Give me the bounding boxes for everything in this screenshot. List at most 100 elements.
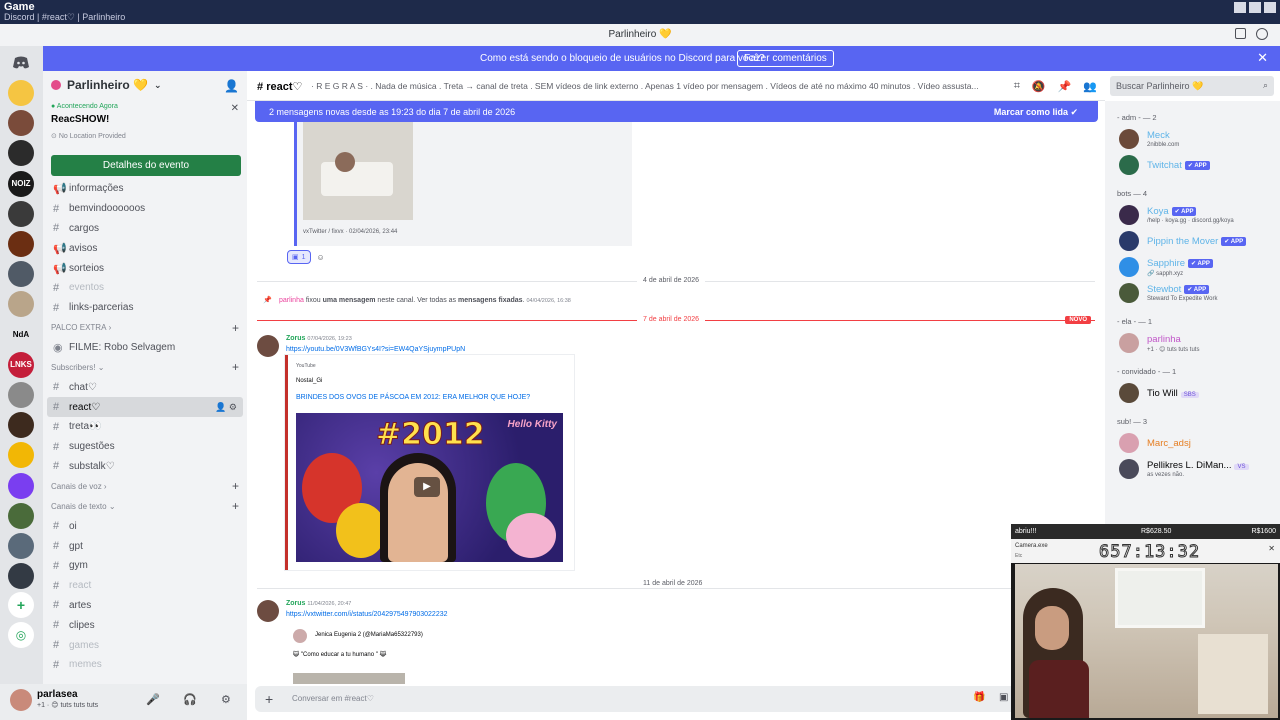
composer-placeholder[interactable]: Conversar em #react♡ [292,694,374,703]
member-item[interactable]: Koya ✔ APP/help · koya.gg · discord.gg/ko… [1119,203,1279,227]
add-member-icon[interactable]: 👤 [224,79,239,93]
headphones-icon[interactable]: 🎧 [183,693,197,706]
reaction-chip[interactable]: ▣ 1 [287,250,311,264]
message-composer[interactable]: + Conversar em #react♡ 🎁 ▣ [255,686,1098,712]
channel-item[interactable]: # games [43,635,247,655]
member-item[interactable]: Stewbot ✔ APP Steward To Expedite Work [1119,281,1279,305]
add-channel-icon[interactable]: + [232,499,239,513]
member-item[interactable]: Meck 2nibble.com [1119,127,1279,151]
message-author[interactable]: Zorus [286,600,305,607]
server-icon[interactable]: LNKS [8,351,34,378]
channel-topic[interactable]: · R E G R A S · . Nada de música . Treta… [311,81,1001,91]
server-icon[interactable] [8,231,34,257]
server-icon[interactable] [8,261,34,288]
category-voice[interactable]: Canais de voz › + [43,476,247,496]
server-icon[interactable] [8,200,34,227]
server-header[interactable]: Parlinheiro 💛 ⌄ 👤 [43,71,247,99]
embed-channel[interactable]: Nostal_Gi [296,378,322,384]
server-icon[interactable] [8,502,34,529]
channel-item[interactable]: 📢 sorteios [43,258,247,278]
gif-icon[interactable]: ▣ [999,692,1008,703]
discover-icon[interactable]: ◎ [8,622,34,648]
threads-icon[interactable]: ⌗ [1014,80,1020,93]
pin-icon[interactable]: 📌 [1058,80,1072,93]
server-icon[interactable] [8,412,34,439]
inbox-icon[interactable] [1235,28,1246,39]
feedback-button[interactable]: Fazer comentários [737,50,834,67]
channel-item[interactable]: # memes [43,655,247,675]
channel-item[interactable]: # cargos [43,219,247,239]
channel-item[interactable]: # chat♡ [43,377,247,397]
server-icon[interactable]: NdA [8,321,34,348]
stage-channel[interactable]: ◉ FILME: Robo Selvagem [43,338,247,358]
server-icon[interactable] [8,80,34,106]
minimize-button[interactable] [1234,2,1246,13]
new-messages-bar[interactable]: 2 mensagens novas desde as 19:23 do dia … [255,101,1098,122]
mark-as-read-button[interactable]: Marcar como lida ✔ [994,107,1078,118]
add-channel-icon[interactable]: + [232,321,239,335]
member-item[interactable]: parlinha +1 · 😊 tuts tuts tuts [1119,331,1279,355]
member-item[interactable]: Pippin the Mover ✔ APP [1119,229,1279,253]
banner-close-icon[interactable]: ✕ [1257,50,1268,66]
channel-item[interactable]: # sugestões [43,437,247,457]
category-palco[interactable]: PALCO EXTRA › + [43,318,247,338]
notification-icon[interactable]: 🔕 [1032,80,1046,93]
member-item[interactable]: Twitchat ✔ APP [1119,153,1279,177]
server-icon[interactable] [8,291,34,318]
channel-item[interactable]: 📢 avisos [43,238,247,258]
message-author[interactable]: Zorus [286,335,305,342]
server-icon[interactable] [8,442,34,469]
close-window-button[interactable] [1264,2,1276,13]
member-item[interactable]: Sapphire ✔ APP 🔗 sapph.xyz [1119,255,1279,279]
embed-title[interactable]: BRINDES DOS OVOS DE PÁSCOA EM 2012: ERA … [296,394,530,401]
avatar[interactable] [10,689,32,711]
member-item[interactable]: Tio Will SBS [1119,381,1279,405]
search-input[interactable]: Buscar Parlinheiro 💛 ⌕ [1110,76,1274,96]
maximize-button[interactable] [1249,2,1261,13]
server-icon[interactable] [8,140,34,167]
discord-home-icon[interactable] [8,50,34,76]
add-channel-icon[interactable]: + [232,479,239,493]
event-details-button[interactable]: Detalhes do evento [51,155,241,176]
embed-image[interactable] [303,122,413,220]
help-icon[interactable] [1256,28,1268,40]
category-subscribers[interactable]: Subscribers! ⌄ + [43,357,247,377]
channel-item[interactable]: # eventos [43,278,247,298]
message-link[interactable]: https://youtu.be/0V3WfBGYs4I?si=EW4QaYSj… [286,346,465,353]
channel-item[interactable]: # treta👀 [43,417,247,437]
channel-item[interactable]: 📢 informações [43,179,247,199]
overlay-close-icon[interactable]: ✕ [1268,544,1275,553]
channel-item[interactable]: # bemvindoooooos [43,199,247,219]
member-item[interactable]: Marc_adsj [1119,431,1279,455]
members-icon[interactable]: 👥 [1083,80,1097,93]
server-icon[interactable] [8,472,34,499]
server-icon[interactable] [8,563,34,590]
channel-item[interactable]: # oi [43,516,247,536]
server-icon[interactable]: NOIZ [8,170,34,197]
avatar[interactable] [257,335,279,357]
server-icon[interactable] [8,110,34,137]
tweet-author[interactable]: Jenica Eugenia 2 (@MariaMa65322793) [315,632,423,638]
gift-icon[interactable]: 🎁 [973,692,985,703]
server-icon[interactable] [8,382,34,408]
channel-item[interactable]: # substalk♡ [43,457,247,477]
message-link[interactable]: https://vxtwitter.com/i/status/204297549… [286,611,448,618]
mute-icon[interactable]: 🎤 [146,693,160,706]
event-close-icon[interactable]: ✕ [231,103,239,114]
channel-settings-icon[interactable]: 👤 ⚙ [215,402,237,413]
channel-item[interactable]: # clipes [43,615,247,635]
add-attachment-icon[interactable]: + [265,691,273,707]
settings-gear-icon[interactable]: ⚙ [221,693,231,706]
video-thumbnail[interactable]: #2012 Hello Kitty ▶ [296,413,563,562]
add-channel-icon[interactable]: + [232,360,239,374]
member-item[interactable]: Pellikres L. DiMan... VS as vezes não. [1119,457,1279,481]
channel-item[interactable]: # artes [43,596,247,616]
add-reaction-icon[interactable]: ☺ [317,253,325,262]
tweet-image[interactable] [293,673,405,684]
channel-item[interactable]: # links-parcerias [43,298,247,318]
channel-item[interactable]: # gpt [43,536,247,556]
channel-item[interactable]: # react♡ 👤 ⚙ [47,397,243,417]
channel-item[interactable]: # react [43,576,247,596]
play-icon[interactable]: ▶ [414,477,440,497]
add-server-icon[interactable]: + [8,592,34,618]
